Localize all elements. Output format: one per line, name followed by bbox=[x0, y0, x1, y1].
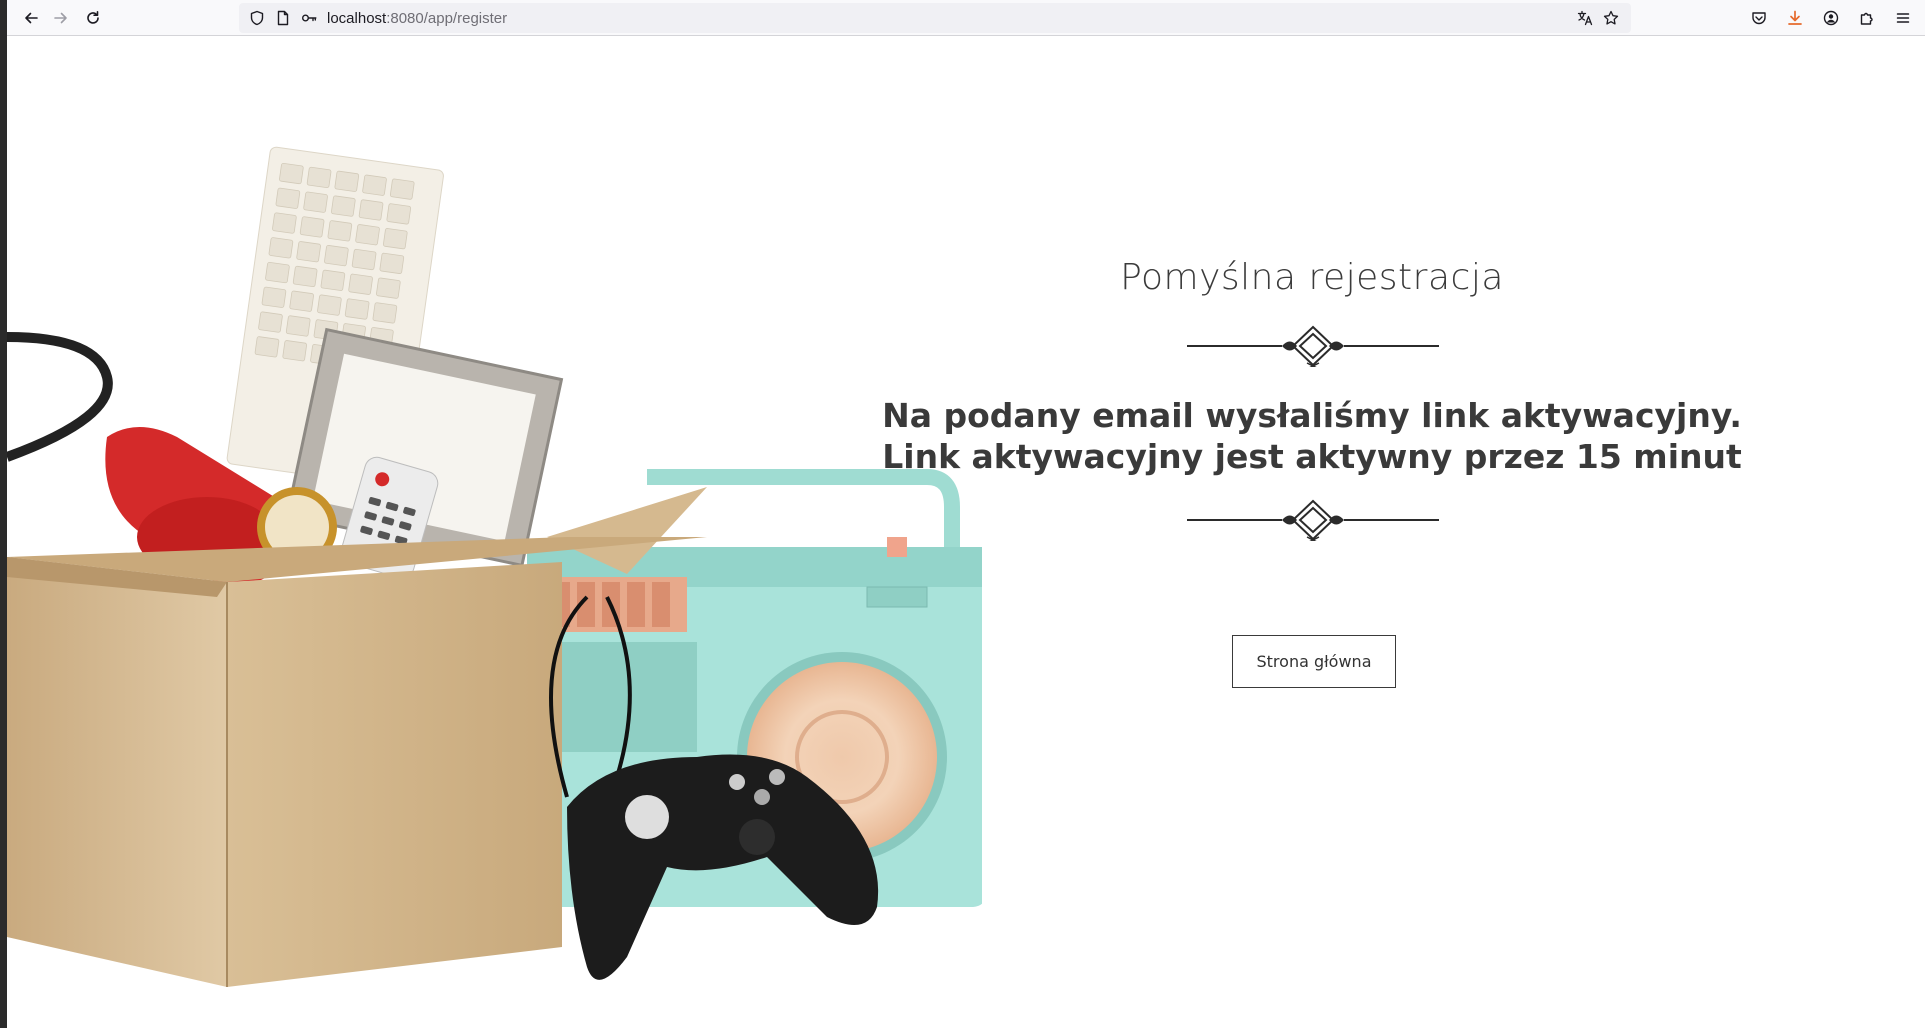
page-title: Pomyślna rejestracja bbox=[1120, 257, 1504, 298]
divider-ornament-icon bbox=[1187, 499, 1439, 541]
account-button[interactable] bbox=[1817, 4, 1845, 32]
arrow-right-icon bbox=[54, 12, 67, 24]
pocket-icon bbox=[1752, 12, 1766, 25]
window-edge bbox=[0, 0, 7, 1028]
key-icon[interactable] bbox=[301, 10, 317, 26]
home-button[interactable]: Strona główna bbox=[1232, 635, 1396, 688]
reload-button[interactable] bbox=[79, 4, 107, 32]
activation-message: Na podany email wysłaliśmy link aktywacy… bbox=[882, 396, 1742, 476]
star-icon[interactable] bbox=[1603, 10, 1619, 26]
reload-icon bbox=[87, 11, 99, 24]
menu-button[interactable] bbox=[1889, 4, 1917, 32]
translate-icon[interactable] bbox=[1577, 10, 1593, 26]
account-icon bbox=[1823, 10, 1839, 26]
shield-icon[interactable] bbox=[249, 10, 265, 26]
hamburger-menu-icon bbox=[1896, 13, 1910, 23]
url-host: localhost bbox=[327, 10, 387, 27]
puzzle-icon bbox=[1860, 12, 1873, 25]
divider-ornament-icon bbox=[1187, 325, 1439, 367]
url-path: :8080/app/register bbox=[386, 10, 508, 27]
forward-button[interactable] bbox=[47, 4, 75, 32]
page-content: Pomyślna rejestracja Na podany email wys… bbox=[7, 37, 1925, 1028]
extensions-button[interactable] bbox=[1853, 4, 1881, 32]
browser-window: localhost:8080/app/register Pomyślna rej… bbox=[0, 0, 1925, 1028]
download-icon bbox=[1788, 10, 1802, 25]
page-icon[interactable] bbox=[275, 10, 291, 26]
url-text[interactable]: localhost:8080/app/register bbox=[327, 10, 507, 27]
pocket-button[interactable] bbox=[1745, 4, 1773, 32]
registration-panel: Pomyślna rejestracja Na podany email wys… bbox=[882, 37, 1925, 1028]
arrow-left-icon bbox=[25, 12, 38, 24]
browser-toolbar: localhost:8080/app/register bbox=[7, 0, 1925, 36]
url-bar[interactable]: localhost:8080/app/register bbox=[239, 3, 1631, 33]
back-button[interactable] bbox=[17, 4, 45, 32]
downloads-button[interactable] bbox=[1781, 4, 1809, 32]
hero-image bbox=[7, 37, 982, 1028]
